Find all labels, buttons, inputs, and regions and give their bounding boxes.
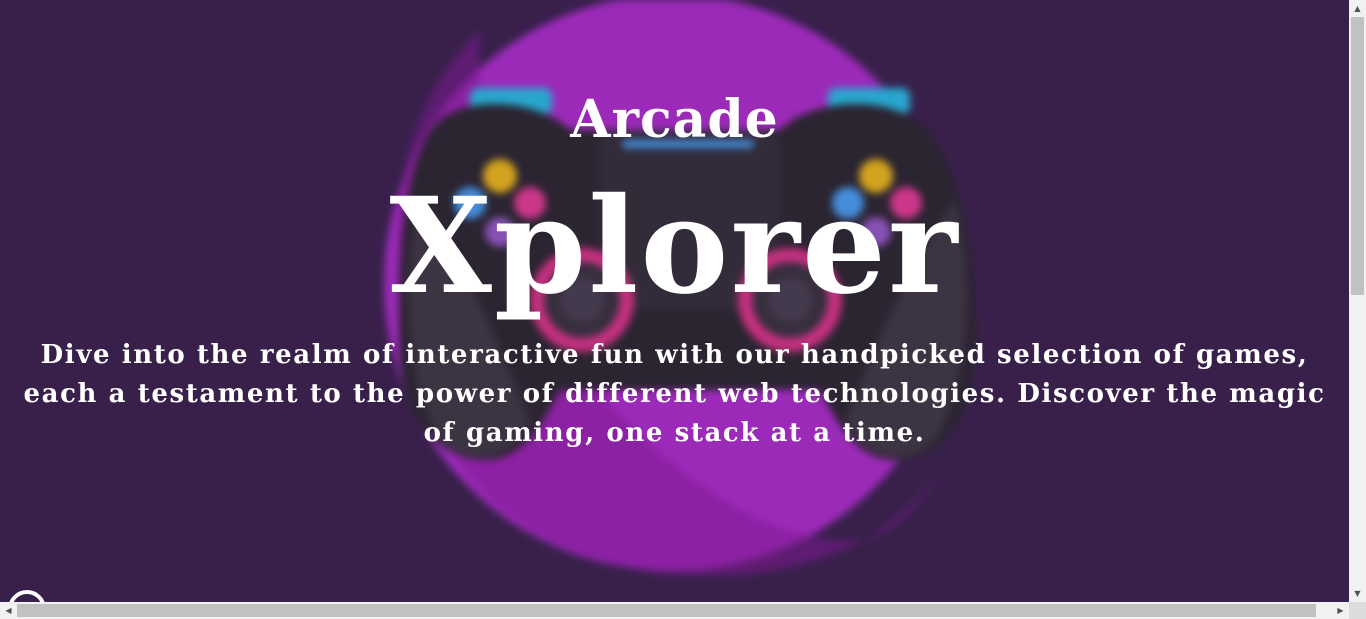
scroll-up-arrow-icon[interactable]: ▲: [1349, 0, 1366, 17]
horizontal-scrollbar[interactable]: ◀ ▶: [0, 602, 1349, 619]
scroll-left-arrow-icon[interactable]: ◀: [0, 602, 17, 619]
title-arcade: Arcade: [570, 89, 779, 150]
title-xplorer: Xplorer: [389, 169, 960, 324]
hero-section: Arcade Xplorer Dive into the realm of in…: [0, 0, 1349, 602]
vertical-scrollbar[interactable]: ▲ ▼: [1349, 0, 1366, 602]
scroll-right-arrow-icon[interactable]: ▶: [1332, 602, 1349, 619]
hero-description: Dive into the realm of interactive fun w…: [23, 340, 1326, 448]
hero-text: Arcade Xplorer Dive into the realm of in…: [0, 0, 1349, 602]
horizontal-scroll-thumb[interactable]: [17, 604, 1316, 617]
scroll-down-arrow-icon[interactable]: ▼: [1349, 585, 1366, 602]
scrollbar-corner: [1349, 602, 1366, 619]
vertical-scroll-thumb[interactable]: [1351, 17, 1364, 295]
